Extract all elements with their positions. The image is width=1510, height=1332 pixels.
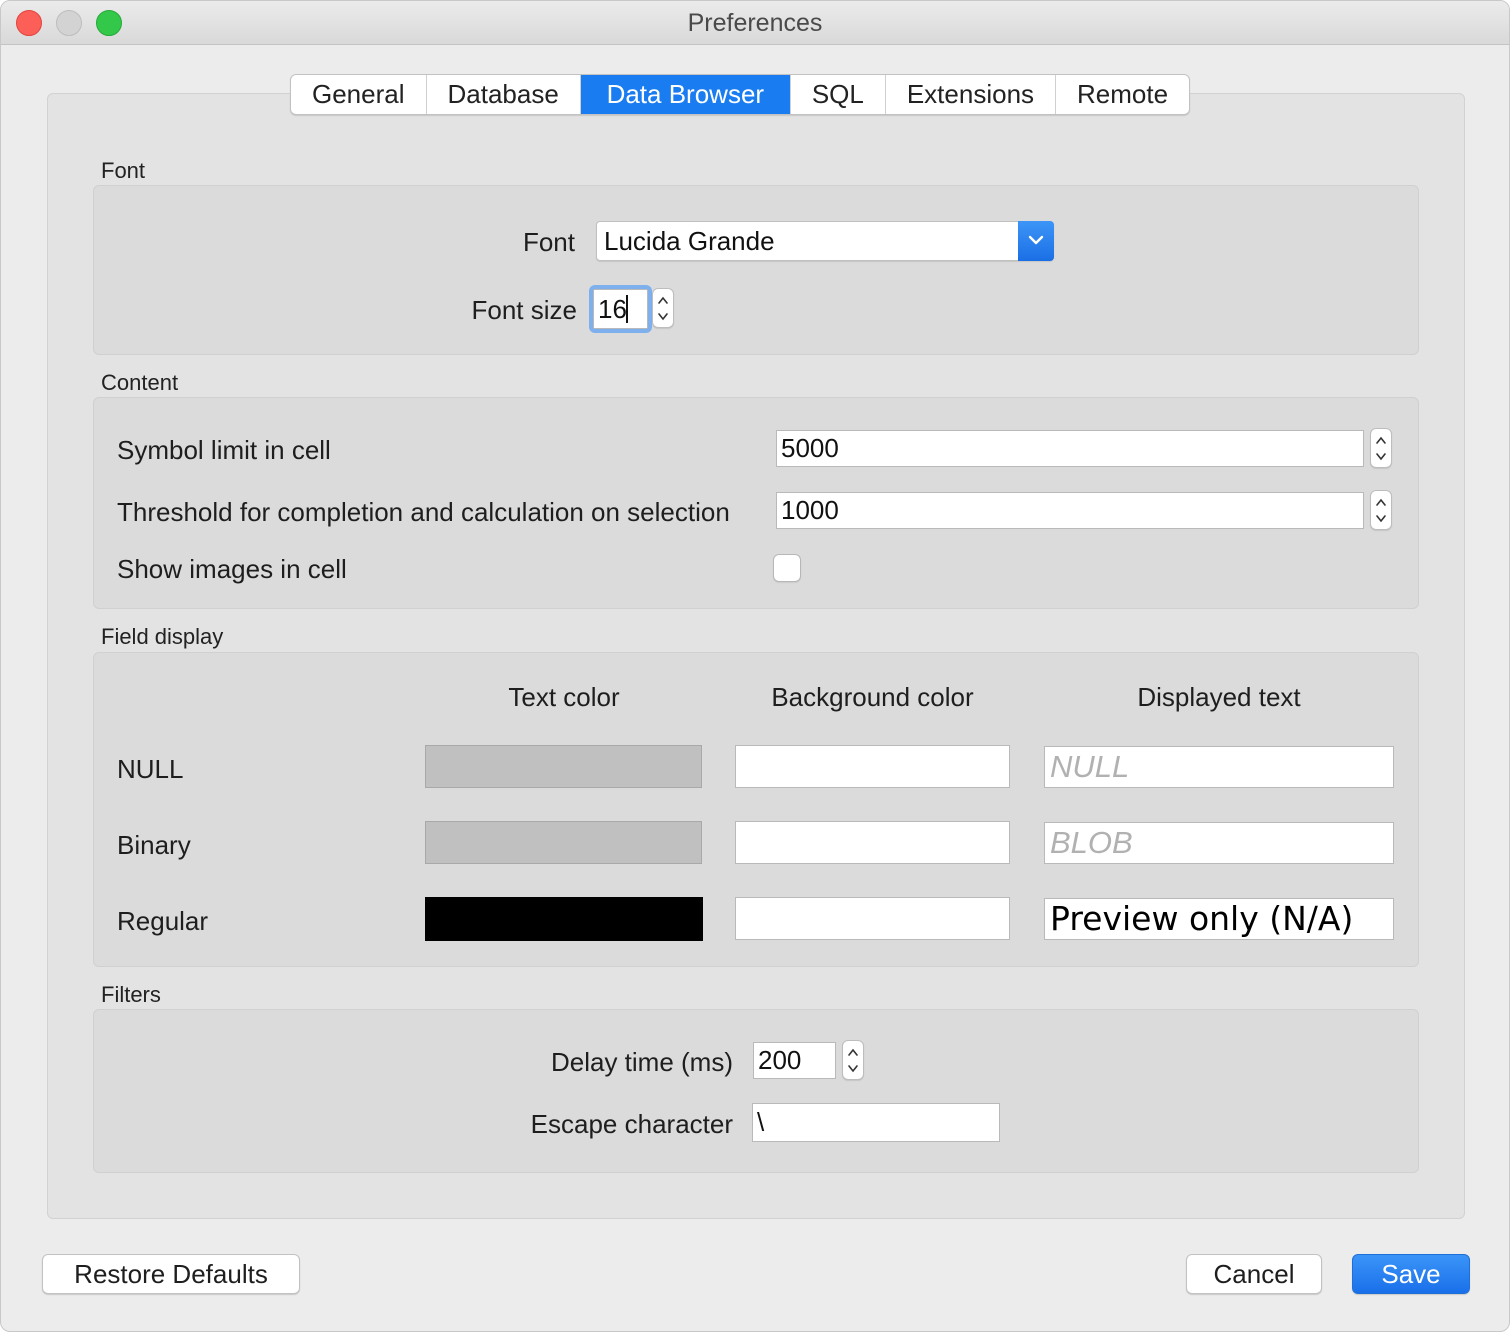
threshold-input[interactable]: 1000 xyxy=(776,492,1364,529)
symbol-limit-stepper[interactable] xyxy=(1370,428,1392,468)
content-group-title: Content xyxy=(101,370,179,395)
preferences-window: Preferences General Database Data Browse… xyxy=(0,0,1510,1332)
binary-row-label: Binary xyxy=(117,830,191,860)
binary-background-color-swatch[interactable] xyxy=(735,821,1010,864)
chevron-up-icon xyxy=(1376,498,1386,506)
show-images-checkbox[interactable] xyxy=(773,554,801,582)
binary-displayed-text-input[interactable]: BLOB xyxy=(1044,822,1394,864)
tab-bar: General Database Data Browser SQL Extens… xyxy=(290,74,1191,115)
escape-character-input[interactable]: \ xyxy=(752,1103,1000,1142)
cancel-button[interactable]: Cancel xyxy=(1186,1254,1322,1294)
threshold-label: Threshold for completion and calculation… xyxy=(117,497,730,527)
regular-row-label: Regular xyxy=(117,906,209,936)
text-cursor xyxy=(626,295,628,323)
delay-time-input[interactable]: 200 xyxy=(753,1042,836,1079)
null-background-color-swatch[interactable] xyxy=(735,745,1010,788)
delay-time-stepper[interactable] xyxy=(842,1040,864,1080)
chevron-down-icon xyxy=(848,1065,858,1073)
chevron-up-icon xyxy=(1376,436,1386,444)
delay-time-label: Delay time (ms) xyxy=(550,1047,733,1077)
chevron-down-icon xyxy=(1376,453,1386,461)
threshold-stepper[interactable] xyxy=(1370,490,1392,530)
window-title: Preferences xyxy=(687,9,823,37)
text-color-header: Text color xyxy=(508,682,620,712)
font-group xyxy=(93,185,1419,355)
restore-defaults-button[interactable]: Restore Defaults xyxy=(42,1254,300,1294)
tab-extensions[interactable]: Extensions xyxy=(886,75,1057,114)
tab-remote[interactable]: Remote xyxy=(1056,75,1189,114)
tab-database[interactable]: Database xyxy=(427,75,581,114)
show-images-label: Show images in cell xyxy=(117,554,347,584)
null-row-label: NULL xyxy=(117,754,184,784)
font-select[interactable]: Lucida Grande xyxy=(596,221,1054,261)
filters-group xyxy=(93,1009,1419,1173)
chevron-up-icon xyxy=(848,1048,858,1056)
title-bar: Preferences xyxy=(1,1,1509,45)
chevron-down-icon[interactable] xyxy=(1018,221,1054,261)
displayed-text-header: Displayed text xyxy=(1137,682,1301,712)
tab-sql[interactable]: SQL xyxy=(791,75,886,114)
regular-displayed-text-preview: Preview only (N/A) xyxy=(1044,898,1394,940)
filters-group-title: Filters xyxy=(101,982,161,1007)
background-color-header: Background color xyxy=(771,682,974,712)
symbol-limit-input[interactable]: 5000 xyxy=(776,430,1364,467)
binary-text-color-swatch[interactable] xyxy=(425,821,702,864)
font-label: Font xyxy=(522,227,575,257)
save-button[interactable]: Save xyxy=(1352,1254,1470,1294)
font-group-title: Font xyxy=(101,158,146,183)
chevron-down-icon xyxy=(1376,515,1386,523)
chevron-down-icon xyxy=(658,313,668,321)
regular-text-color-swatch[interactable] xyxy=(425,897,703,941)
field-display-group-title: Field display xyxy=(101,624,224,649)
null-displayed-text-input[interactable]: NULL xyxy=(1044,746,1394,788)
regular-background-color-swatch[interactable] xyxy=(735,897,1010,940)
focus-ring xyxy=(589,285,652,333)
chevron-up-icon xyxy=(658,296,668,304)
font-select-value: Lucida Grande xyxy=(604,226,775,256)
tab-data-browser[interactable]: Data Browser xyxy=(580,75,791,114)
symbol-limit-label: Symbol limit in cell xyxy=(117,435,331,465)
tab-general[interactable]: General xyxy=(291,75,427,114)
null-text-color-swatch[interactable] xyxy=(425,745,702,788)
font-size-stepper[interactable] xyxy=(652,288,674,328)
escape-character-label: Escape character xyxy=(530,1109,733,1139)
font-size-label: Font size xyxy=(471,295,578,325)
